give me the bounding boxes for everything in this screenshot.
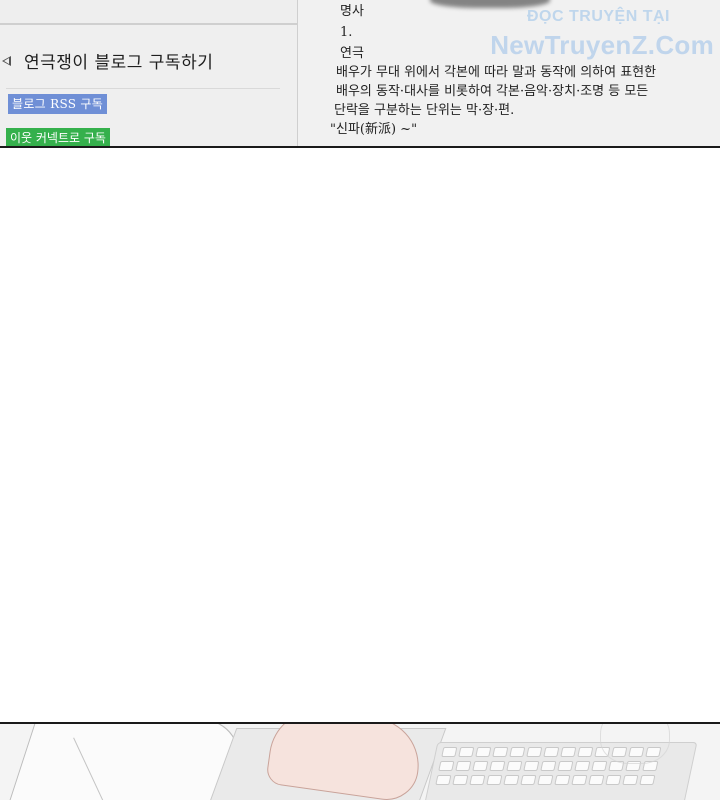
watermark-main: NewTruyenZ.Com [490,30,714,60]
sidebar-box-top [0,0,298,24]
watermark-top: ĐỌC TRUYỆN TẠI [527,8,670,25]
dict-example: "신파(新派) ~" [330,122,418,137]
triangle-bullet-icon [2,55,14,67]
dict-definition-line: 단락을 구분하는 단위는 막·장·편. [334,103,515,118]
keyboard-row [435,775,683,785]
rss-subscribe-button[interactable]: 블로그 RSS 구독 [8,94,108,114]
subscribe-row[interactable]: 연극쟁이 블로그 구독하기 [0,48,213,73]
dict-definition-line: 배우가 무대 위에서 각본에 따라 말과 동작에 의하여 표현한 [336,65,657,80]
subscribe-label[interactable]: 연극쟁이 블로그 구독하기 [24,48,213,73]
bottom-illustration-panel [0,722,720,800]
blank-gutter [0,150,720,722]
top-panel: 연극쟁이 블로그 구독하기 블로그 RSS 구독 이웃 커넥트로 구독 명사 1… [0,0,720,148]
faint-sketch-illustration [600,724,670,764]
dict-definition-line: 배우의 동작·대사를 비롯하여 각본·음악·장치·조명 등 모든 [336,84,649,99]
sidebar-divider [6,88,280,89]
neighbor-subscribe-button[interactable]: 이웃 커넥트로 구독 [6,128,110,146]
